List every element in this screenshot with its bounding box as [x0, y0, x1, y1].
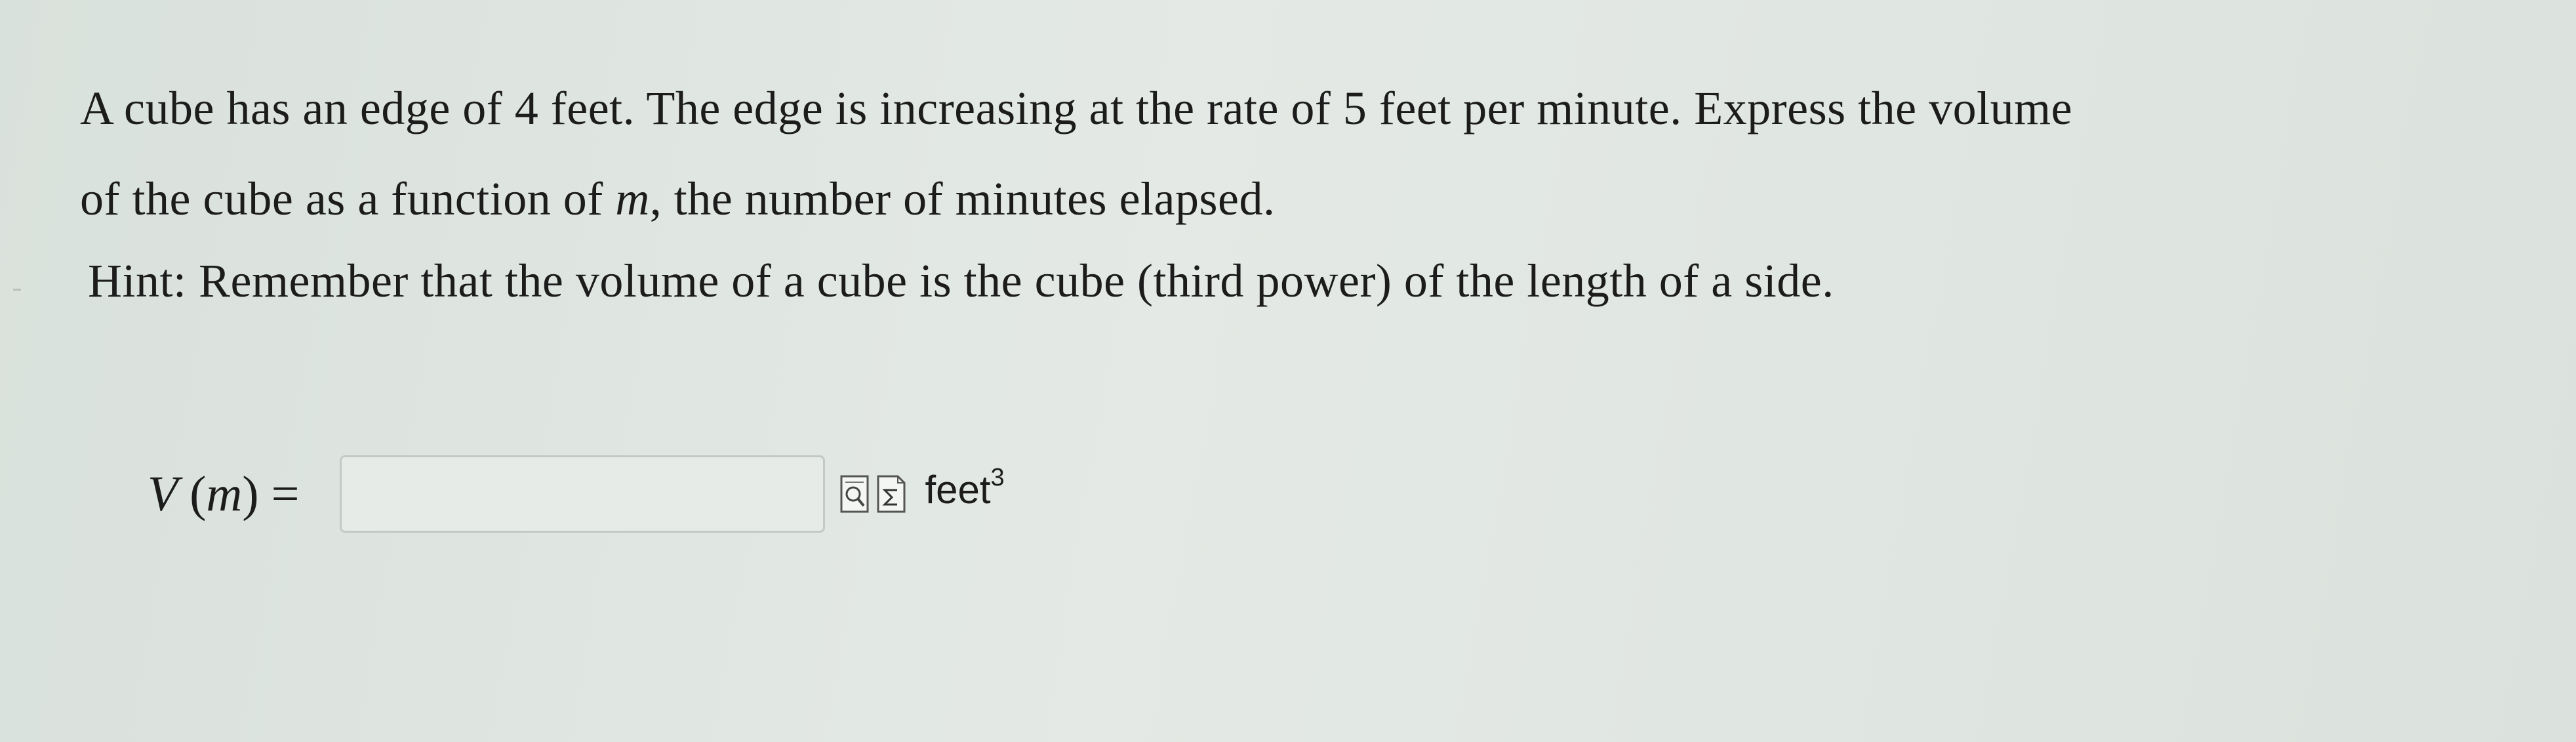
unit-label: feet3 [925, 463, 1005, 512]
preview-answer-icon[interactable] [839, 474, 870, 514]
question-line-1: A cube has an edge of 4 feet. The edge i… [80, 82, 2073, 134]
unit-text: feet [925, 467, 991, 512]
equals-sign: = [271, 466, 300, 522]
left-edge-mark [13, 289, 21, 291]
answer-row: V (m) = feet3 [148, 451, 1005, 537]
open-paren: ( [190, 466, 207, 522]
function-label: V (m) = [148, 466, 299, 523]
function-variable: m [206, 466, 243, 522]
close-paren: ) [242, 466, 259, 522]
answer-input[interactable] [340, 455, 826, 533]
question-text: A cube has an edge of 4 feet. The edge i… [80, 63, 2467, 244]
unit-exponent: 3 [990, 463, 1005, 491]
answer-tools [839, 474, 913, 514]
question-line-2-suffix: , the number of minutes elapsed. [649, 173, 1276, 225]
question-variable-m: m [615, 173, 650, 225]
function-name: V [148, 466, 178, 522]
hint-text: Hint: Remember that the volume of a cube… [88, 255, 1834, 307]
question-line-2-prefix: of the cube as a function of [80, 173, 616, 225]
sigma-equation-icon[interactable] [876, 474, 906, 514]
